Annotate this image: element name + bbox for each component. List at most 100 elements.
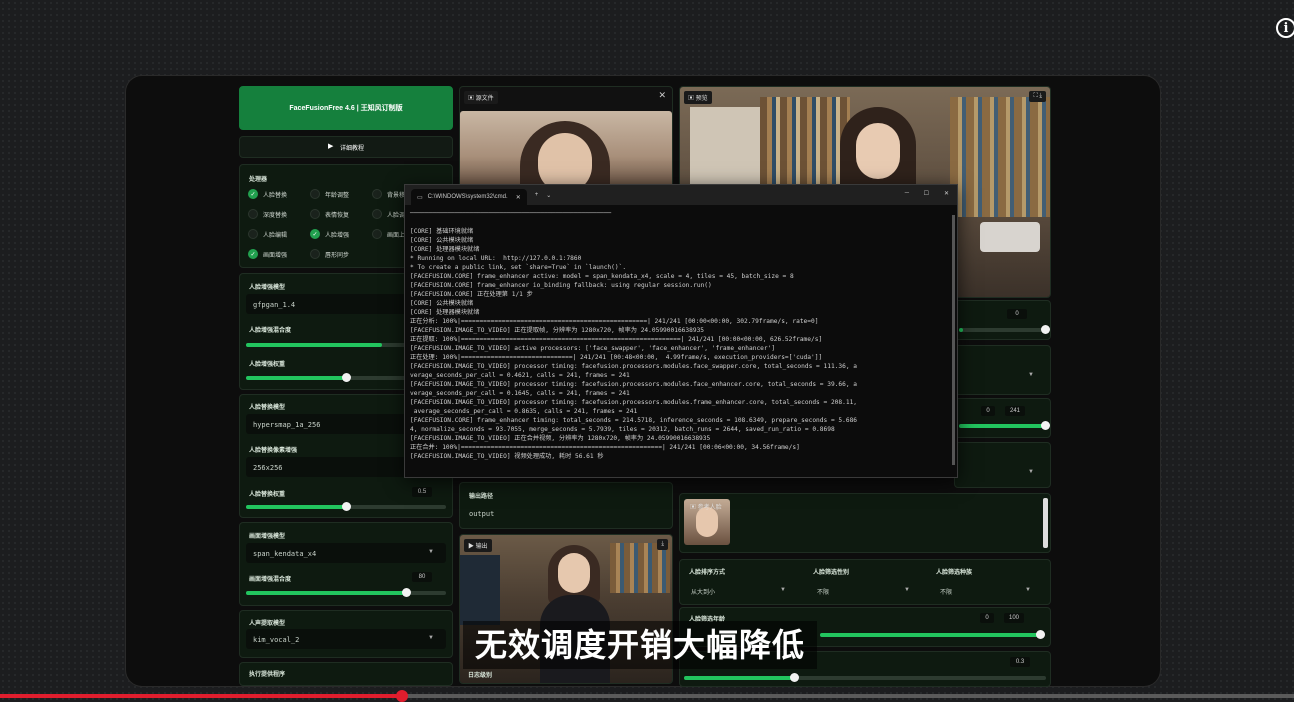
terminal-line: 正在合并: 100%|=============================… — [410, 444, 800, 451]
check-icon: ✓ — [248, 189, 258, 199]
checkbox-empty-icon — [372, 209, 382, 219]
processor-checkbox[interactable]: 表情恢复 — [310, 209, 349, 219]
minimize-icon[interactable]: ─ — [905, 190, 909, 196]
terminal-icon: ▭ — [417, 194, 423, 201]
face-distance-slider[interactable] — [684, 673, 1046, 682]
source-tab-label: 源文件 — [475, 96, 494, 102]
reference-face-panel: ▣ 参考人脸 — [679, 493, 1051, 553]
processor-checkbox[interactable]: 唇形同步 — [310, 249, 349, 259]
processor-checkbox[interactable]: 人脸编辑 — [248, 229, 287, 239]
output-path-panel: 输出路径 output — [459, 482, 673, 529]
slider-knob[interactable] — [1041, 421, 1050, 430]
chevron-down-icon[interactable]: ▼ — [1028, 469, 1034, 475]
bookshelf-shape — [950, 97, 1050, 217]
face-swapper-weight-label: 人脸替换权重 — [249, 492, 286, 498]
terminal-line: [FACEFUSION.CORE] frame_enhancer timing:… — [410, 417, 858, 424]
trim-frame-panel: 0 241 — [954, 398, 1051, 438]
slider-knob[interactable] — [342, 373, 351, 382]
fullscreen-icon[interactable]: ⛶ ⤓ — [1029, 91, 1046, 102]
slider-fill — [820, 633, 1040, 637]
frame-enhancer-blend-slider[interactable] — [246, 588, 446, 597]
close-window-icon[interactable]: ✕ — [944, 190, 949, 197]
face-age-min-input[interactable]: 0 — [980, 613, 994, 623]
slider-fill — [684, 676, 794, 680]
processor-checkbox[interactable]: ✓ 画面增强 — [248, 249, 287, 259]
face-enhancer-model-label: 人脸增强模型 — [249, 285, 286, 291]
processor-checkbox[interactable]: ✓ 人脸替换 — [248, 189, 287, 199]
face-swapper-weight-input[interactable]: 0.5 — [412, 487, 432, 497]
frame-enhancer-blend-input[interactable]: 80 — [412, 572, 432, 582]
chevron-down-icon: ▼ — [428, 635, 434, 641]
video-progress-bar[interactable] — [0, 690, 1294, 702]
terminal-line: [FACEFUSION.IMAGE_TO_VIDEO] processor ti… — [410, 363, 858, 370]
face-swapper-weight-slider[interactable] — [246, 502, 446, 511]
terminal-line: [FACEFUSION.CORE] frame_enhancer active:… — [410, 273, 794, 280]
checkbox-empty-icon — [248, 229, 258, 239]
processor-checkbox[interactable]: 年龄调整 — [310, 189, 349, 199]
maximize-icon[interactable]: ☐ — [924, 190, 929, 197]
voice-extractor-model-label: 人声提取模型 — [249, 621, 286, 627]
face-swapper-pixel-boost-value: 256x256 — [253, 464, 283, 472]
processor-checkbox[interactable]: 深度替换 — [248, 209, 287, 219]
voice-extractor-model-select[interactable]: kim_vocal_2 ▼ — [246, 629, 446, 649]
face-age-max-input[interactable]: 100 — [1004, 613, 1024, 623]
terminal-titlebar: ▭ C:\WINDOWS\system32\cmd. ✕ + ⌄ ─ ☐ ✕ — [405, 185, 957, 205]
download-icon[interactable]: ⤓ — [657, 539, 668, 550]
preview-frame-slider[interactable] — [959, 325, 1050, 334]
check-icon: ✓ — [310, 229, 320, 239]
face-race-select[interactable]: 不限 — [940, 587, 952, 596]
chevron-down-icon[interactable]: ▼ — [1028, 372, 1034, 378]
close-tab-icon[interactable]: ✕ — [516, 194, 521, 201]
face-distance-input[interactable]: 0.3 — [1010, 657, 1030, 667]
terminal-line: 4, normalize_seconds = 93.7055, merge_se… — [410, 426, 835, 433]
slider-knob[interactable] — [790, 673, 799, 682]
terminal-tab[interactable]: ▭ C:\WINDOWS\system32\cmd. ✕ — [411, 189, 527, 205]
trim-frame-slider[interactable] — [959, 421, 1050, 430]
right-select-panel-1: ▼ — [954, 345, 1051, 395]
face-shape — [558, 553, 590, 593]
face-order-label: 人脸排序方式 — [689, 570, 726, 576]
terminal-line: [CORE] 公共模块就绪 — [410, 300, 474, 307]
terminal-scrollbar[interactable] — [952, 215, 955, 465]
terminal-line: 正在提取: 100%|=============================… — [410, 336, 823, 343]
new-tab-icon[interactable]: + — [535, 192, 539, 198]
execution-panel: 执行提供程序 — [239, 662, 453, 686]
terminal-window[interactable]: ▭ C:\WINDOWS\system32\cmd. ✕ + ⌄ ─ ☐ ✕ ─… — [404, 184, 958, 478]
trim-end-input[interactable]: 241 — [1005, 406, 1025, 416]
source-tab: ▣ 源文件 — [464, 91, 498, 104]
processor-checkbox[interactable]: ✓ 人脸增强 — [310, 229, 349, 239]
close-icon[interactable]: ✕ — [658, 90, 666, 101]
scrollbar[interactable] — [1043, 498, 1048, 548]
info-icon[interactable]: i — [1276, 18, 1294, 38]
chevron-down-icon: ▼ — [428, 549, 434, 555]
slider-knob[interactable] — [1036, 630, 1045, 639]
slider-fill — [246, 343, 382, 347]
voice-extractor-panel: 人声提取模型 kim_vocal_2 ▼ — [239, 610, 453, 658]
slider-knob[interactable] — [1041, 325, 1050, 334]
voice-extractor-model-value: kim_vocal_2 — [253, 636, 300, 644]
chevron-down-icon: ▼ — [1025, 587, 1031, 593]
face-gender-select[interactable]: 不限 — [817, 587, 829, 596]
processor-label: 年龄调整 — [325, 192, 350, 199]
source-image — [460, 111, 672, 187]
slider-knob[interactable] — [402, 588, 411, 597]
monitor-shape — [460, 555, 500, 625]
chevron-down-icon: ▼ — [780, 587, 786, 593]
chevron-down-icon: ▼ — [904, 587, 910, 593]
tutorial-button[interactable]: ▶ 详细教程 — [239, 136, 453, 158]
face-age-slider[interactable] — [820, 630, 1045, 639]
face-selector-panel: 人脸排序方式 从大到小 ▼ 人脸筛选性别 不限 ▼ 人脸筛选种族 不限 ▼ — [679, 559, 1051, 605]
checkbox-empty-icon — [310, 209, 320, 219]
source-panel: ▣ 源文件 ✕ — [459, 86, 673, 188]
preview-frame-input[interactable]: 0 — [1007, 309, 1027, 319]
checkbox-empty-icon — [248, 209, 258, 219]
face-order-select[interactable]: 从大到小 — [691, 587, 715, 596]
frame-enhancer-model-value: span_kendata_x4 — [253, 550, 317, 558]
chevron-down-icon[interactable]: ⌄ — [546, 192, 551, 199]
output-tab: ▶ 输出 — [464, 539, 492, 552]
slider-knob[interactable] — [342, 502, 351, 511]
reference-face-tab: ▣ 参考人脸 — [690, 505, 722, 511]
trim-start-input[interactable]: 0 — [981, 406, 995, 416]
output-path-input[interactable]: output — [469, 510, 494, 518]
frame-enhancer-model-select[interactable]: span_kendata_x4 ▼ — [246, 543, 446, 563]
